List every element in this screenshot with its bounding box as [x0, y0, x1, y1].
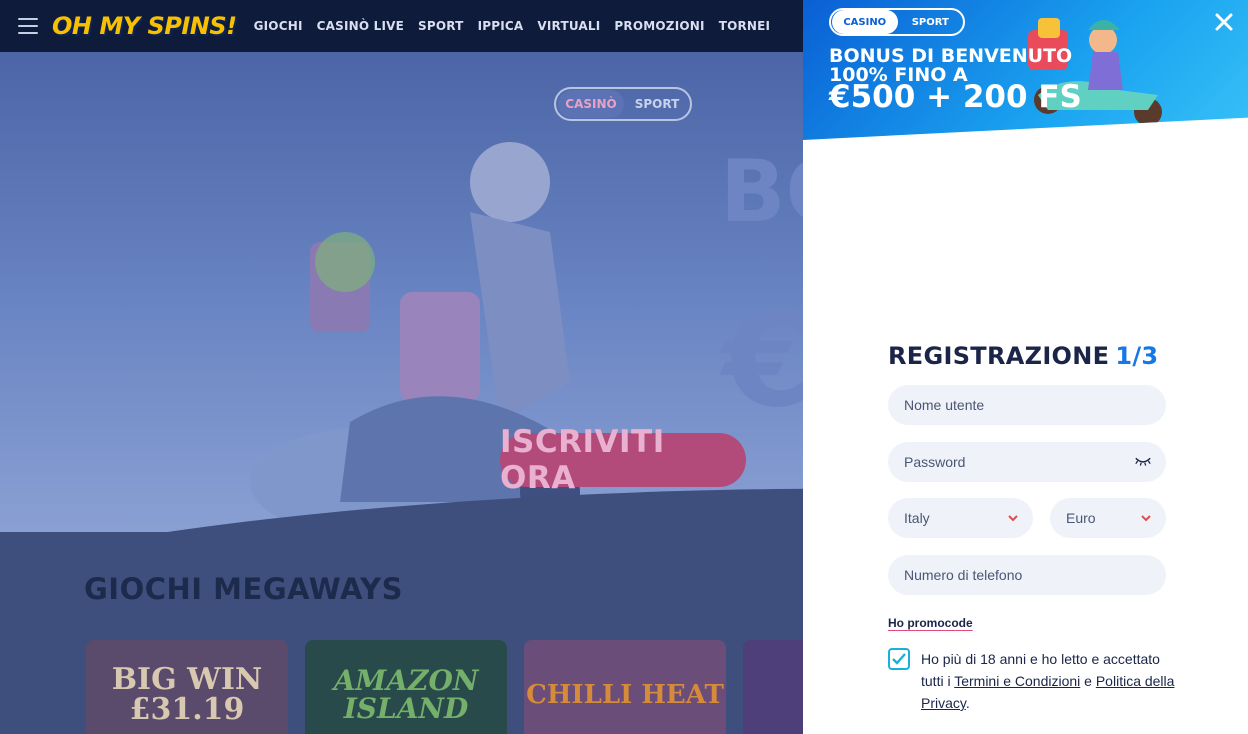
currency-value: Euro — [1066, 510, 1096, 526]
nav-item-giochi[interactable]: GIOCHI — [254, 19, 303, 33]
signup-now-button[interactable]: ISCRIVITI ORA — [500, 424, 746, 496]
terms-conditions-link[interactable]: Termini e Condizioni — [954, 673, 1080, 689]
eye-closed-icon[interactable] — [1134, 454, 1152, 470]
panel-toggle-sport[interactable]: SPORT — [898, 10, 964, 34]
nav-item-ippica[interactable]: IPPICA — [478, 19, 524, 33]
close-icon[interactable] — [1212, 10, 1236, 34]
currency-select[interactable]: Euro — [1050, 498, 1166, 538]
username-input[interactable] — [904, 397, 1127, 413]
username-field[interactable] — [888, 385, 1166, 425]
terms-text: Ho più di 18 anni e ho letto e accettato… — [921, 648, 1178, 714]
game-title: BIG WIN £31.19 — [111, 662, 263, 727]
bonus-amount: €500 + 200 FS — [829, 79, 1082, 115]
registration-panel: CASINO SPORT BONUS DI BENVENUTO 100% FIN… — [803, 0, 1248, 734]
phone-field[interactable] — [888, 555, 1166, 595]
registration-step: 1/3 — [1115, 342, 1159, 370]
terms-checkbox[interactable] — [888, 648, 910, 670]
hero-toggle-sport[interactable]: SPORT — [624, 90, 690, 118]
panel-casino-sport-toggle[interactable]: CASINO SPORT — [829, 8, 965, 36]
site-logo[interactable]: OH MY SPINS! — [52, 12, 237, 40]
hero-casino-sport-toggle[interactable]: CASINÒ SPORT — [554, 87, 692, 121]
nav-item-sport[interactable]: SPORT — [418, 19, 464, 33]
registration-title: REGISTRAZIONE 1/3 — [888, 342, 1158, 370]
hero-toggle-casino[interactable]: CASINÒ — [558, 90, 624, 118]
registration-title-text: REGISTRAZIONE — [888, 342, 1110, 370]
chevron-down-icon — [1141, 515, 1151, 522]
terms-text-and: e — [1080, 673, 1096, 689]
nav-item-casino-live[interactable]: CASINÒ LIVE — [317, 19, 404, 33]
phone-input[interactable] — [904, 567, 1127, 583]
nav-item-tornei[interactable]: TORNEI — [719, 19, 771, 33]
game-title: AMAZON ISLAND — [333, 664, 479, 725]
game-title: CHILLI HEAT — [526, 680, 724, 710]
country-select[interactable]: Italy — [888, 498, 1033, 538]
password-field[interactable] — [888, 442, 1166, 482]
password-input[interactable] — [904, 454, 1127, 470]
nav-item-promozioni[interactable]: PROMOZIONI — [614, 19, 704, 33]
country-value: Italy — [904, 510, 930, 526]
panel-toggle-casino[interactable]: CASINO — [832, 10, 898, 34]
menu-icon[interactable] — [18, 18, 38, 34]
nav-item-virtuali[interactable]: VIRTUALI — [537, 19, 600, 33]
game-tile[interactable]: BIG WIN £31.19 — [86, 640, 288, 734]
games-section-title: GIOCHI MEGAWAYS — [84, 572, 404, 606]
terms-text-end: . — [965, 695, 970, 711]
checkmark-icon — [892, 653, 906, 665]
promocode-link[interactable]: Ho promocode — [888, 616, 973, 630]
chevron-down-icon — [1008, 515, 1018, 522]
game-tile[interactable]: CHILLI HEAT — [524, 640, 726, 734]
game-tile[interactable]: AMAZON ISLAND — [305, 640, 507, 734]
